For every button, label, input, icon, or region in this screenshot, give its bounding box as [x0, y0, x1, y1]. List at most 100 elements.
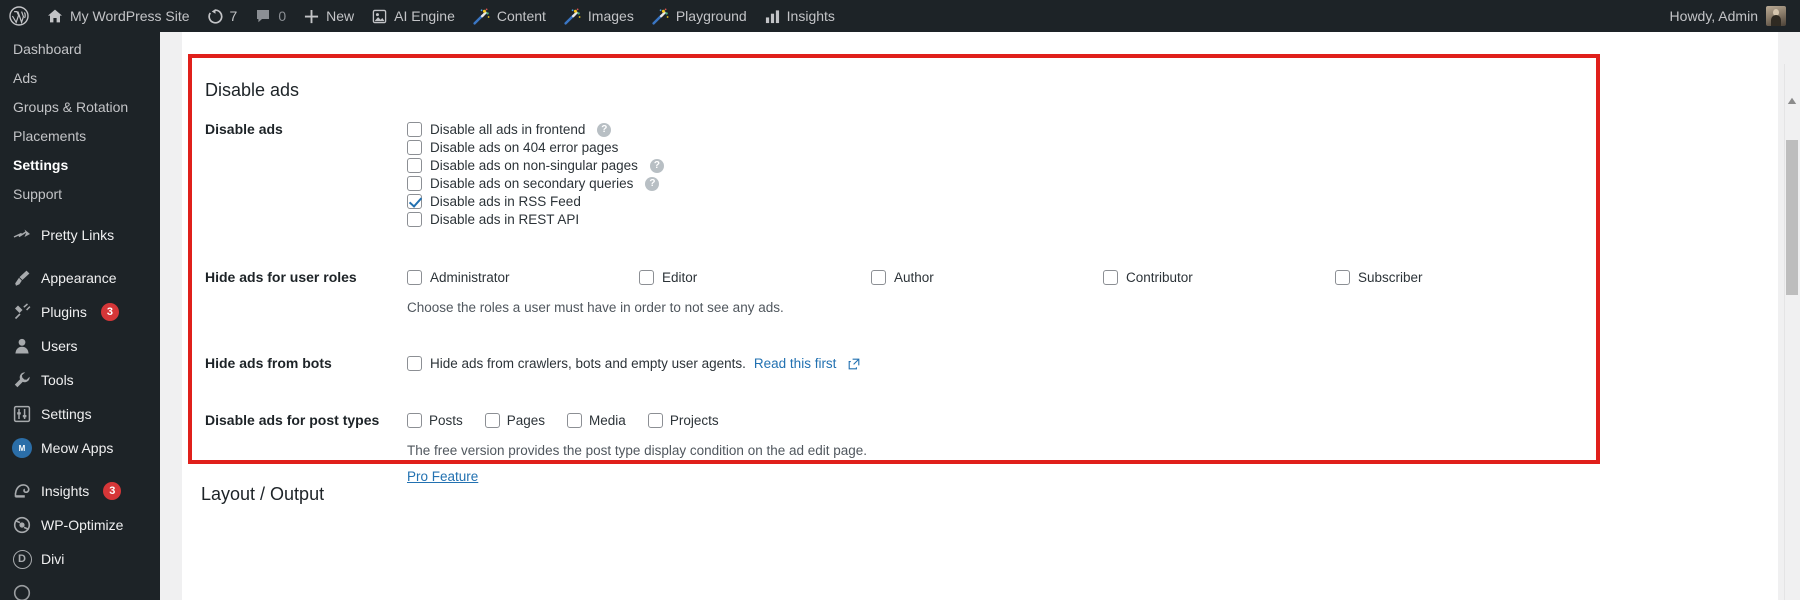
meow-apps-icon: M — [12, 438, 32, 458]
checkbox-post-type-projects[interactable] — [648, 413, 663, 428]
comments-count: 0 — [278, 0, 286, 32]
insights-menu[interactable]: Insights — [756, 0, 844, 32]
checkbox-row-role-administrator[interactable]: Administrator — [407, 269, 639, 286]
pretty-links-icon — [12, 225, 32, 245]
checkbox-role-subscriber[interactable] — [1335, 270, 1350, 285]
disable-ads-form-table: Disable ads Disable all ads in frontend … — [192, 101, 1596, 504]
ai-images-menu[interactable]: Images — [555, 0, 643, 32]
sidebar-item-groups-rotation[interactable]: Groups & Rotation — [0, 93, 160, 122]
checkbox-post-type-posts[interactable] — [407, 413, 422, 428]
checkbox-row-disable-secondary-queries[interactable]: Disable ads on secondary queries ? — [407, 175, 1586, 192]
updates-menu[interactable]: 7 — [199, 0, 247, 32]
checkbox-row-post-type-projects[interactable]: Projects — [648, 412, 719, 429]
insights-badge: 3 — [103, 482, 121, 500]
scrollbar-thumb[interactable] — [1786, 140, 1798, 295]
checkbox-row-post-type-pages[interactable]: Pages — [485, 412, 545, 429]
checkbox-hide-from-bots[interactable] — [407, 356, 422, 371]
new-content-menu[interactable]: New — [295, 0, 363, 32]
comments-menu[interactable]: 0 — [246, 0, 295, 32]
ai-playground-menu[interactable]: Playground — [643, 0, 756, 32]
checkbox-row-role-contributor[interactable]: Contributor — [1103, 269, 1335, 286]
ai-engine-label: AI Engine — [394, 0, 455, 32]
plugins-update-badge: 3 — [101, 303, 119, 321]
checkbox-row-disable-404[interactable]: Disable ads on 404 error pages — [407, 139, 1586, 156]
sidebar-item-ads[interactable]: Ads — [0, 64, 160, 93]
ai-playground-label: Playground — [676, 0, 747, 32]
sidebar-item-placements[interactable]: Placements — [0, 122, 160, 151]
pro-feature-link[interactable]: Pro Feature — [407, 469, 478, 484]
checkbox-disable-non-singular[interactable] — [407, 158, 422, 173]
row-field-hide-from-bots: Hide ads from crawlers, bots and empty u… — [407, 335, 1596, 392]
checkbox-row-disable-rss-feed[interactable]: Disable ads in RSS Feed — [407, 193, 1586, 210]
checkbox-disable-secondary-queries[interactable] — [407, 176, 422, 191]
sidebar-item-settings[interactable]: Settings — [0, 151, 160, 180]
sidebar-item-label: Pretty Links — [41, 227, 114, 243]
checkbox-row-role-author[interactable]: Author — [871, 269, 1103, 286]
checkbox-disable-404[interactable] — [407, 140, 422, 155]
section-title-layout-output: Layout / Output — [188, 484, 1600, 505]
checkbox-post-type-pages[interactable] — [485, 413, 500, 428]
checkbox-label: Disable ads on 404 error pages — [430, 139, 618, 156]
checkbox-row-role-subscriber[interactable]: Subscriber — [1335, 269, 1567, 286]
checkbox-row-role-editor[interactable]: Editor — [639, 269, 871, 286]
site-name-label: My WordPress Site — [70, 0, 190, 32]
ai-content-menu[interactable]: Content — [464, 0, 555, 32]
checkbox-row-hide-from-bots[interactable]: Hide ads from crawlers, bots and empty u… — [407, 355, 1586, 372]
sidebar-item-appearance[interactable]: Appearance — [0, 261, 160, 295]
read-this-first-link[interactable]: Read this first — [754, 356, 837, 371]
settings-page: Disable ads Disable ads Disable all ads … — [182, 32, 1778, 600]
row-field-user-roles: Administrator Editor Author — [407, 249, 1596, 335]
sidebar-item-users[interactable]: Users — [0, 329, 160, 363]
site-name-menu[interactable]: My WordPress Site — [38, 0, 199, 32]
checkbox-label: Pages — [507, 412, 545, 429]
sidebar-item-wp-optimize[interactable]: WP-Optimize — [0, 508, 160, 542]
account-menu[interactable]: Howdy, Admin — [1670, 6, 1800, 26]
checkbox-role-editor[interactable] — [639, 270, 654, 285]
sidebar-item-plugins[interactable]: Plugins 3 — [0, 295, 160, 329]
checkbox-label: Projects — [670, 412, 719, 429]
help-icon[interactable]: ? — [645, 177, 659, 191]
checkbox-row-disable-rest-api[interactable]: Disable ads in REST API — [407, 211, 1586, 228]
help-icon[interactable]: ? — [650, 159, 664, 173]
ai-engine-menu[interactable]: AI Engine — [363, 0, 464, 32]
sidebar-item-meow-apps[interactable]: M Meow Apps — [0, 431, 160, 465]
sidebar-item-dashboard[interactable]: Dashboard — [0, 35, 160, 64]
checkbox-label: Disable ads in RSS Feed — [430, 193, 581, 210]
sidebar-item-insights[interactable]: Insights 3 — [0, 474, 160, 508]
sidebar-item-label: Users — [41, 338, 78, 354]
sidebar-item-label: Settings — [41, 406, 92, 422]
checkbox-row-post-type-media[interactable]: Media — [567, 412, 626, 429]
checkbox-label: Media — [589, 412, 626, 429]
sidebar-item-divi[interactable]: D Divi — [0, 542, 160, 576]
checkbox-disable-rss-feed[interactable] — [407, 194, 422, 209]
checkbox-disable-rest-api[interactable] — [407, 212, 422, 227]
checkbox-row-disable-non-singular[interactable]: Disable ads on non-singular pages ? — [407, 157, 1586, 174]
scroll-up-arrow-icon[interactable] — [1786, 94, 1798, 108]
tools-wrench-icon — [12, 370, 32, 390]
sidebar-item-label: Insights — [41, 483, 89, 499]
magic-wand-icon — [652, 8, 669, 25]
sidebar-item-tools[interactable]: Tools — [0, 363, 160, 397]
insights-icon — [12, 481, 32, 501]
help-icon[interactable]: ? — [597, 123, 611, 137]
checkbox-label: Author — [894, 269, 934, 286]
checkbox-row-post-type-posts[interactable]: Posts — [407, 412, 463, 429]
menu-separator — [0, 252, 160, 261]
sidebar-item-settings-wp[interactable]: Settings — [0, 397, 160, 431]
wordpress-logo-button[interactable] — [0, 0, 38, 32]
checkbox-role-contributor[interactable] — [1103, 270, 1118, 285]
checkbox-row-disable-all-frontend[interactable]: Disable all ads in frontend ? — [407, 121, 1586, 138]
checkbox-role-administrator[interactable] — [407, 270, 422, 285]
checkbox-post-type-media[interactable] — [567, 413, 582, 428]
sidebar-item-label: Divi — [41, 551, 64, 567]
page-scrollbar[interactable] — [1784, 64, 1800, 600]
row-disable-ads: Disable ads Disable all ads in frontend … — [192, 101, 1596, 249]
sidebar-item-support[interactable]: Support — [0, 180, 160, 209]
checkbox-disable-all-frontend[interactable] — [407, 122, 422, 137]
sidebar-item-truncated[interactable] — [0, 576, 160, 600]
checkbox-label: Disable all ads in frontend — [430, 121, 585, 138]
sidebar-item-pretty-links[interactable]: Pretty Links — [0, 218, 160, 252]
external-link-icon[interactable] — [848, 358, 860, 370]
ai-content-label: Content — [497, 0, 546, 32]
checkbox-role-author[interactable] — [871, 270, 886, 285]
